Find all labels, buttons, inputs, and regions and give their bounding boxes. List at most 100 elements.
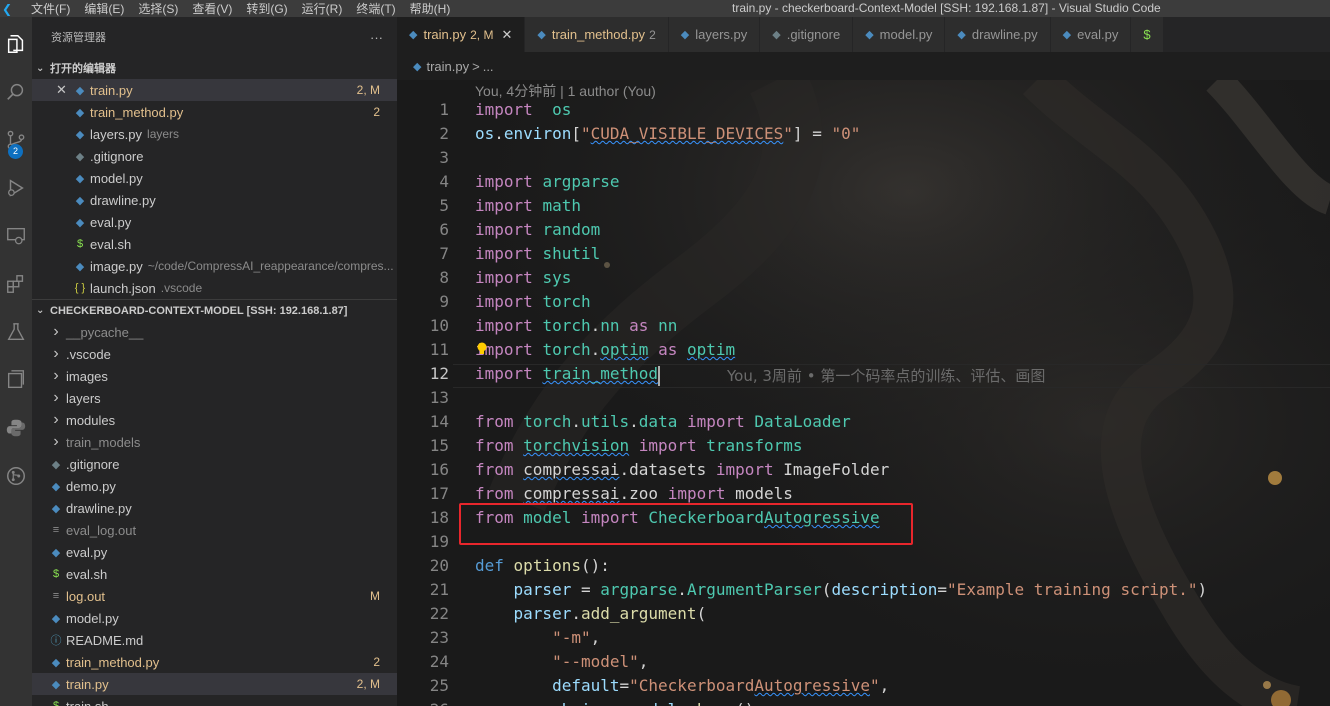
run-debug-activity[interactable] — [0, 168, 32, 208]
text-file-icon: ≡ — [52, 524, 60, 536]
open-editor-item[interactable]: ◆ image.py ~/code/CompressAI_reappearance/… — [32, 255, 397, 277]
code-line[interactable]: from compressai.zoo import models — [475, 484, 793, 503]
python-activity[interactable] — [0, 408, 32, 448]
editor-tab[interactable]: ◆ train.py 2, M ✕ — [397, 17, 526, 52]
folder-item[interactable]: › layers — [32, 387, 397, 409]
file-item[interactable]: $ eval.sh — [32, 563, 397, 585]
code-line[interactable]: import torch — [475, 292, 591, 311]
folder-item[interactable]: › __pycache__ — [32, 321, 397, 343]
folder-item[interactable]: › modules — [32, 409, 397, 431]
code-line[interactable]: parser = argparse.ArgumentParser(descrip… — [475, 580, 1208, 599]
file-item[interactable]: ⓘ README.md — [32, 629, 397, 651]
open-editor-item[interactable]: ◆ .gitignore — [32, 145, 397, 167]
code-line[interactable]: import math — [475, 196, 581, 215]
editor-tab[interactable]: ◆ train_method.py 2 — [525, 17, 669, 52]
code-line[interactable]: "--model", — [475, 652, 648, 671]
open-editor-item[interactable]: { } launch.json .vscode — [32, 277, 397, 299]
code-line[interactable]: "-m", — [475, 628, 600, 647]
code-line[interactable]: import random — [475, 220, 600, 239]
search-activity[interactable] — [0, 72, 32, 112]
code-line[interactable]: from torch.utils.data import DataLoader — [475, 412, 851, 431]
breadcrumb-file[interactable]: train.py — [426, 59, 469, 74]
chevron-right-icon: › — [53, 411, 59, 428]
gitlens-activity[interactable] — [0, 456, 32, 496]
file-item[interactable]: ◆ train_method.py 2 — [32, 651, 397, 673]
explorer-activity[interactable] — [0, 24, 32, 64]
file-name: train.sh — [66, 698, 109, 706]
code-line[interactable]: import shutil — [475, 244, 600, 263]
codelens-author[interactable]: You, 4分钟前 | 1 author (You) — [475, 81, 656, 101]
code-line[interactable]: from compressai.datasets import ImageFol… — [475, 460, 889, 479]
editor-tab[interactable]: ◆ layers.py — [668, 17, 761, 52]
testing-activity[interactable] — [0, 312, 32, 352]
file-item[interactable]: ◆ demo.py — [32, 475, 397, 497]
editor-tab[interactable]: $ — [1131, 17, 1164, 52]
file-item[interactable]: ◆ eval.py — [32, 541, 397, 563]
code-token: . — [571, 604, 581, 623]
breadcrumb-symbols[interactable]: ... — [483, 59, 494, 74]
open-editor-item[interactable]: ◆ drawline.py — [32, 189, 397, 211]
open-editor-item[interactable]: $ eval.sh — [32, 233, 397, 255]
workspace-header[interactable]: ⌄ CHECKERBOARD-CONTEXT-MODEL [SSH: 192.1… — [32, 299, 397, 321]
code-line[interactable]: import argparse — [475, 172, 620, 191]
editor-tab[interactable]: ◆ .gitignore — [760, 17, 854, 52]
open-editor-item[interactable]: ◆ layers.py layers — [32, 123, 397, 145]
open-editor-item[interactable]: ◆ train_method.py 2 — [32, 101, 397, 123]
file-item[interactable]: ≡ log.out M — [32, 585, 397, 607]
code-line[interactable]: import train_method — [475, 364, 658, 383]
file-item[interactable]: ◆ .gitignore — [32, 453, 397, 475]
code-line[interactable]: default="CheckerboardAutogressive", — [475, 676, 889, 695]
editor-tab[interactable]: ◆ eval.py — [1050, 17, 1132, 52]
code-line[interactable]: import os — [475, 100, 571, 119]
open-editor-item[interactable]: ◆ model.py — [32, 167, 397, 189]
open-editor-item[interactable]: ✕ ◆ train.py 2, M — [32, 79, 397, 101]
open-editor-item[interactable]: ◆ eval.py — [32, 211, 397, 233]
code-line[interactable]: import sys — [475, 268, 571, 287]
more-actions-icon[interactable]: ··· — [370, 30, 383, 45]
menu-item[interactable]: 帮助(H) — [403, 0, 458, 17]
folder-item[interactable]: › images — [32, 365, 397, 387]
code-line[interactable]: from torchvision import transforms — [475, 436, 803, 455]
menu-item[interactable]: 运行(R) — [295, 0, 350, 17]
open-editors-header[interactable]: ⌄ 打开的编辑器 — [32, 57, 397, 79]
code-token: , — [879, 676, 890, 695]
code-line[interactable]: parser.add_argument( — [475, 604, 707, 623]
menu-item[interactable]: 终端(T) — [349, 0, 402, 17]
code-editor[interactable]: You, 4分钟前 | 1 author (You) 1 import os 2 os… — [397, 80, 1330, 706]
source-control-activity[interactable]: 2 — [0, 120, 32, 160]
code-token: . — [590, 316, 601, 335]
code-token: transforms — [706, 436, 803, 455]
code-line[interactable]: def options(): — [475, 556, 610, 575]
file-item[interactable]: $ train.sh — [32, 695, 397, 706]
menu-item[interactable]: 编辑(E) — [77, 0, 131, 17]
line-number: 14 — [429, 412, 449, 431]
code-line[interactable]: choices=models.keys(), — [475, 700, 764, 706]
menu-item[interactable]: 选择(S) — [131, 0, 185, 17]
code-token: DataLoader — [754, 412, 851, 431]
editor-tab[interactable]: ◆ model.py — [853, 17, 946, 52]
code-token: from — [475, 484, 514, 503]
lightbulb-icon[interactable] — [476, 342, 488, 356]
file-item[interactable]: ≡ eval_log.out — [32, 519, 397, 541]
code-line[interactable]: os.environ["CUDA_VISIBLE_DEVICES"] = "0" — [475, 124, 860, 143]
workspace-title: CHECKERBOARD-CONTEXT-MODEL [SSH: 192.168… — [50, 304, 348, 317]
editor-tab[interactable]: ◆ drawline.py — [945, 17, 1051, 52]
close-icon[interactable]: ✕ — [501, 27, 512, 43]
extensions-activity[interactable] — [0, 264, 32, 304]
menu-item[interactable]: 转到(G) — [239, 0, 294, 17]
close-icon[interactable]: ✕ — [56, 82, 72, 98]
remote-explorer-activity[interactable] — [0, 216, 32, 256]
jupyter-activity[interactable] — [0, 360, 32, 400]
file-item[interactable]: ◆ train.py 2, M — [32, 673, 397, 695]
folder-item[interactable]: › train_models — [32, 431, 397, 453]
file-item[interactable]: ◆ drawline.py — [32, 497, 397, 519]
menu-item[interactable]: 文件(F) — [24, 0, 77, 17]
vscode-logo-icon[interactable]: ❮ — [0, 2, 14, 16]
menu-item[interactable]: 查看(V) — [185, 0, 239, 17]
file-item[interactable]: ◆ model.py — [32, 607, 397, 629]
folder-item[interactable]: › .vscode — [32, 343, 397, 365]
code-line[interactable]: import torch.optim as optim — [475, 340, 735, 359]
code-line[interactable]: import torch.nn as nn — [475, 316, 677, 335]
